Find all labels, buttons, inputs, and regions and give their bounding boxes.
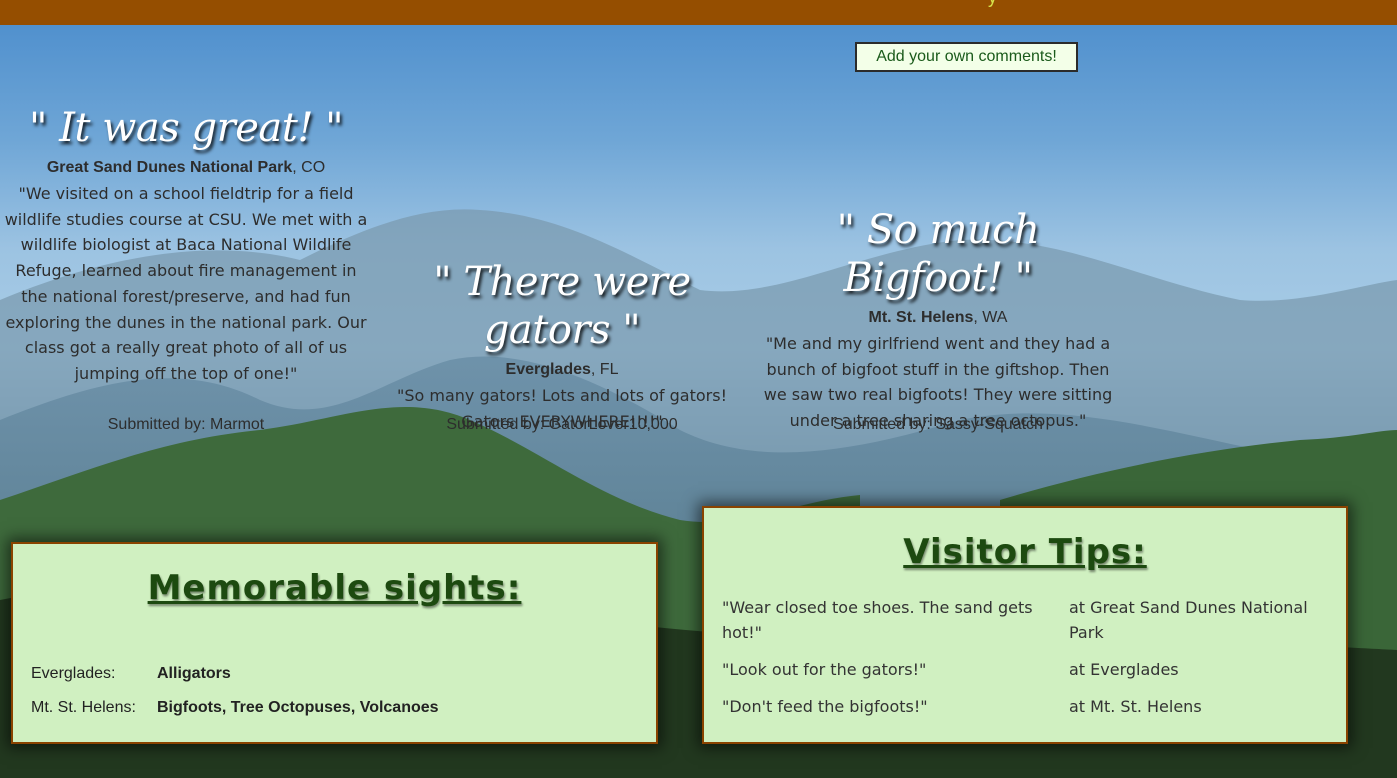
tip-quote: "Look out for the gators!" xyxy=(722,660,927,679)
header-bar: y xyxy=(0,0,1397,25)
header-title-fragment: y xyxy=(988,0,1002,6)
sight-value: Alligators xyxy=(157,665,231,682)
review-headline: " It was great! " xyxy=(28,105,344,151)
sight-row: Everglades: Alligators xyxy=(31,665,231,683)
review-park-name: Great Sand Dunes National Park xyxy=(46,159,293,176)
visitor-tips-title: Visitor Tips: xyxy=(903,532,1147,572)
review-state: , FL xyxy=(590,361,619,378)
sight-value: Bigfoots, Tree Octopuses, Volcanoes xyxy=(157,699,439,716)
tip-location: at Mt. St. Helens xyxy=(1069,697,1202,716)
review-author: Submitted by: GatorLover10,000 xyxy=(446,416,678,433)
review-location: Everglades, FL xyxy=(390,360,734,380)
tip-location: at Great Sand Dunes National Park xyxy=(1069,598,1308,642)
tip-quote: "Don't feed the bigfoots!" xyxy=(722,697,928,716)
review-headline: " So much Bigfoot! " xyxy=(836,207,1040,301)
review-author: Submitted by: Sassy-Squatch xyxy=(833,416,1043,433)
review-state: , CO xyxy=(292,159,326,176)
review-body: "We visited on a school fieldtrip for a … xyxy=(4,184,368,383)
memorable-sights-title: Memorable sights: xyxy=(147,568,522,608)
review-state: , WA xyxy=(973,309,1008,326)
review-card: " So much Bigfoot! " Mt. St. Helens, WA … xyxy=(760,206,1116,446)
review-card: " There were gators " Everglades, FL "So… xyxy=(390,258,734,448)
review-author: Submitted by: Marmot xyxy=(107,416,265,433)
review-location: Great Sand Dunes National Park, CO xyxy=(0,158,372,178)
review-headline: " There were gators " xyxy=(433,259,691,353)
review-card: " It was great! " Great Sand Dunes Natio… xyxy=(0,104,372,444)
visitor-tips-panel: Visitor Tips: "Wear closed toe shoes. Th… xyxy=(702,506,1348,744)
add-comments-button[interactable]: Add your own comments! xyxy=(855,42,1078,72)
review-park-name: Mt. St. Helens xyxy=(868,309,974,326)
sight-location: Everglades: xyxy=(31,665,116,682)
review-location: Mt. St. Helens, WA xyxy=(760,308,1116,328)
tip-quote: "Wear closed toe shoes. The sand gets ho… xyxy=(722,598,1033,642)
tip-location: at Everglades xyxy=(1069,660,1179,679)
memorable-sights-panel: Memorable sights: Everglades: Alligators … xyxy=(11,542,658,744)
sight-row: Mt. St. Helens: Bigfoots, Tree Octopuses,… xyxy=(31,699,439,717)
sight-location: Mt. St. Helens: xyxy=(31,699,136,716)
review-park-name: Everglades xyxy=(505,361,591,378)
